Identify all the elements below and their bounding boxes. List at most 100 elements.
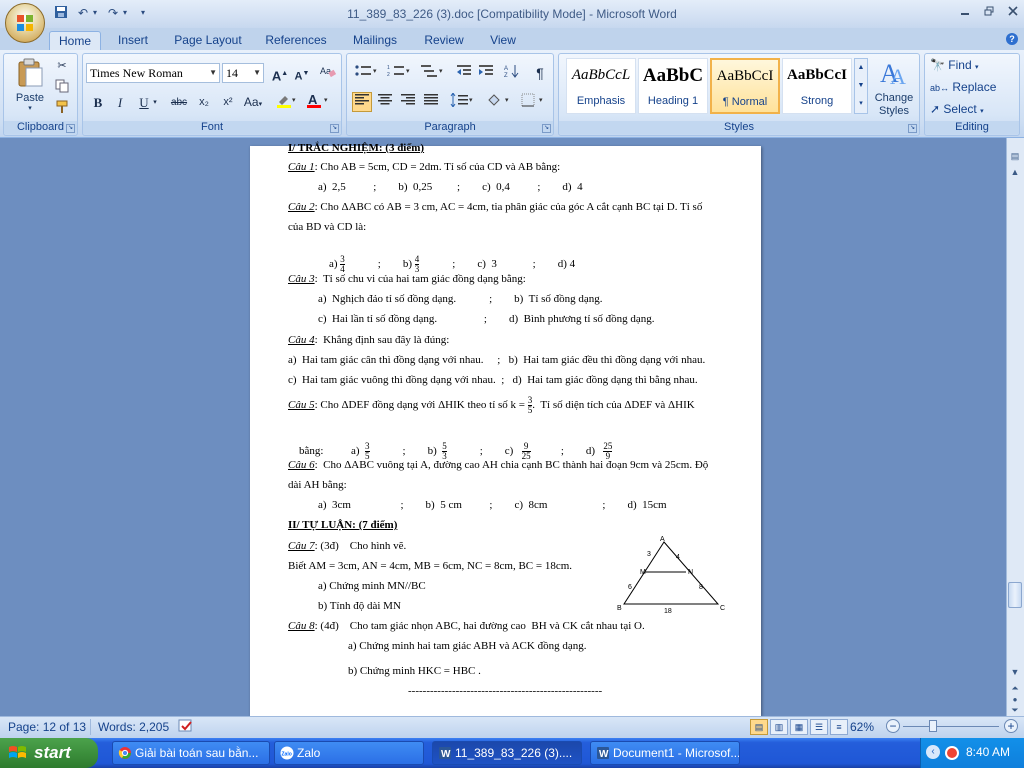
outline-icon[interactable]: ☰ bbox=[810, 719, 828, 735]
zoom-in-icon[interactable]: + bbox=[1004, 719, 1018, 733]
underline-dropdown-icon[interactable]: ▾ bbox=[150, 92, 160, 112]
taskbar-item-zalo[interactable]: Zalo Zalo bbox=[274, 741, 424, 765]
label-bc: 18 bbox=[664, 608, 672, 614]
svg-text:A: A bbox=[504, 66, 508, 72]
vertical-scrollbar[interactable] bbox=[1006, 138, 1024, 716]
align-center-icon[interactable] bbox=[375, 92, 395, 112]
zoom-level[interactable]: 62% bbox=[850, 720, 874, 734]
clear-formatting-icon[interactable]: Aa bbox=[318, 63, 338, 83]
tray-expand-icon[interactable]: ‹ bbox=[926, 745, 940, 759]
shrink-font-icon[interactable]: A▼ bbox=[292, 63, 312, 83]
cut-icon[interactable]: ✂ bbox=[52, 56, 72, 76]
style-emphasis[interactable]: AaBbCcL Emphasis bbox=[566, 58, 636, 114]
style-heading-1[interactable]: AaBbC Heading 1 bbox=[638, 58, 708, 114]
styles-down-icon[interactable]: ▼ bbox=[855, 77, 867, 95]
style-emphasis-name: Emphasis bbox=[576, 95, 626, 107]
taskbar-item-word-active[interactable]: W 11_389_83_226 (3).... bbox=[432, 741, 582, 765]
styles-launcher-icon[interactable]: ↘ bbox=[908, 124, 917, 133]
full-screen-reading-icon[interactable]: ▥ bbox=[770, 719, 788, 735]
tab-view[interactable]: View bbox=[480, 31, 526, 50]
sort-icon[interactable]: AZ bbox=[502, 63, 522, 83]
taskbar-item-document1[interactable]: W Document1 - Microsof... bbox=[590, 741, 740, 765]
style-normal[interactable]: AaBbCcI ¶ Normal bbox=[710, 58, 780, 114]
superscript-button[interactable]: x² bbox=[218, 92, 238, 112]
tab-review[interactable]: Review bbox=[416, 31, 472, 50]
zoom-out-icon[interactable]: − bbox=[886, 719, 900, 733]
italic-button[interactable]: I bbox=[110, 92, 130, 112]
style-strong[interactable]: AaBbCcI Strong bbox=[782, 58, 852, 114]
subscript-button[interactable]: x₂ bbox=[194, 92, 214, 112]
decrease-indent-icon[interactable] bbox=[454, 63, 474, 83]
binoculars-icon: 🔭 bbox=[930, 58, 945, 72]
zoom-slider[interactable] bbox=[903, 720, 999, 732]
page-indicator[interactable]: Page: 12 of 13 bbox=[8, 720, 86, 734]
numbering-icon[interactable]: 1 2 ▾ bbox=[385, 63, 415, 83]
scroll-up-icon[interactable]: ▲ bbox=[1006, 164, 1024, 180]
tab-mailings[interactable]: Mailings bbox=[342, 31, 408, 50]
font-name-select[interactable]: Times New Roman ▼ bbox=[86, 63, 220, 83]
tray-app-icon[interactable] bbox=[944, 745, 960, 761]
help-icon[interactable]: ? bbox=[1006, 33, 1018, 45]
styles-more-icon[interactable]: ▾ bbox=[855, 95, 867, 113]
font-color-button[interactable]: A ▾ bbox=[304, 92, 334, 112]
svg-text:W: W bbox=[441, 749, 451, 760]
word-count[interactable]: Words: 2,205 bbox=[98, 720, 169, 734]
print-layout-icon[interactable]: ▤ bbox=[750, 719, 768, 735]
multilevel-list-icon[interactable]: ▾ bbox=[418, 63, 448, 83]
minimize-icon[interactable] bbox=[954, 4, 976, 20]
align-left-icon[interactable] bbox=[352, 92, 372, 112]
web-layout-icon[interactable]: ▦ bbox=[790, 719, 808, 735]
shading-icon[interactable]: ▾ bbox=[484, 92, 514, 112]
zoom-slider-thumb[interactable] bbox=[928, 720, 937, 732]
draft-icon[interactable]: ≡ bbox=[830, 719, 848, 735]
replace-button[interactable]: ab↔ Replace bbox=[930, 79, 1016, 97]
bullets-icon[interactable]: ▾ bbox=[352, 63, 382, 83]
tab-page-layout[interactable]: Page Layout bbox=[166, 31, 250, 50]
restore-icon[interactable] bbox=[978, 4, 1000, 20]
zalo-icon: Zalo bbox=[280, 746, 294, 760]
change-case-button[interactable]: Aa▾ bbox=[240, 92, 266, 112]
section-2-heading: II/ TỰ LUẬN: (7 điểm) bbox=[288, 519, 398, 531]
paste-button[interactable]: Paste ▾ bbox=[12, 56, 48, 112]
justify-icon[interactable] bbox=[421, 92, 441, 112]
document-page[interactable]: I/ TRẮC NGHIỆM: (3 điểm) Câu 1: Cho AB =… bbox=[250, 142, 761, 716]
change-styles-button[interactable]: A A Change Styles bbox=[872, 56, 916, 118]
find-button[interactable]: 🔭 Find ▾ bbox=[930, 57, 1016, 75]
format-painter-icon[interactable] bbox=[52, 99, 72, 119]
office-button[interactable] bbox=[5, 3, 45, 43]
taskbar-item-chrome[interactable]: Giải bài toán sau bằn... bbox=[112, 741, 270, 765]
close-icon[interactable] bbox=[1002, 4, 1024, 20]
scroll-thumb[interactable] bbox=[1008, 582, 1022, 608]
font-launcher-icon[interactable]: ↘ bbox=[330, 124, 339, 133]
style-heading-1-name: Heading 1 bbox=[647, 95, 699, 107]
font-size-select[interactable]: 14 ▼ bbox=[222, 63, 264, 83]
strikethrough-button[interactable]: abc bbox=[166, 92, 192, 112]
copy-icon[interactable] bbox=[52, 78, 72, 98]
svg-text:A: A bbox=[890, 64, 906, 88]
styles-gallery-scroll[interactable]: ▲ ▼ ▾ bbox=[854, 58, 868, 114]
ruler-toggle-icon[interactable]: ▤ bbox=[1006, 148, 1024, 164]
replace-icon: ab↔ bbox=[930, 83, 950, 93]
tab-insert[interactable]: Insert bbox=[108, 31, 158, 50]
grow-font-icon[interactable]: A▲ bbox=[270, 63, 290, 83]
bold-button[interactable]: B bbox=[88, 92, 108, 112]
styles-up-icon[interactable]: ▲ bbox=[855, 59, 867, 77]
clipboard-launcher-icon[interactable]: ↘ bbox=[66, 124, 75, 133]
question-5: Câu 5: Cho ΔDEF đồng dạng với ΔHIK theo … bbox=[288, 395, 695, 415]
highlight-button[interactable]: ▾ bbox=[274, 92, 300, 112]
label-n: N bbox=[688, 569, 693, 576]
tab-home[interactable]: Home bbox=[49, 31, 101, 50]
align-right-icon[interactable] bbox=[398, 92, 418, 112]
increase-indent-icon[interactable] bbox=[476, 63, 496, 83]
select-cursor-icon: ➚ bbox=[930, 102, 941, 116]
show-hide-formatting-button[interactable]: ¶ bbox=[530, 63, 550, 83]
scroll-down-icon[interactable]: ▼ bbox=[1006, 664, 1024, 680]
select-button[interactable]: ➚ Select ▾ bbox=[930, 101, 1016, 119]
borders-icon[interactable]: ▾ bbox=[518, 92, 548, 112]
proofing-icon[interactable] bbox=[178, 718, 194, 734]
line-spacing-icon[interactable]: ▾ bbox=[448, 92, 478, 112]
paragraph-launcher-icon[interactable]: ↘ bbox=[542, 124, 551, 133]
start-button[interactable]: start bbox=[0, 738, 98, 768]
style-heading-1-sample: AaBbC bbox=[642, 65, 704, 86]
tab-references[interactable]: References bbox=[258, 31, 334, 50]
